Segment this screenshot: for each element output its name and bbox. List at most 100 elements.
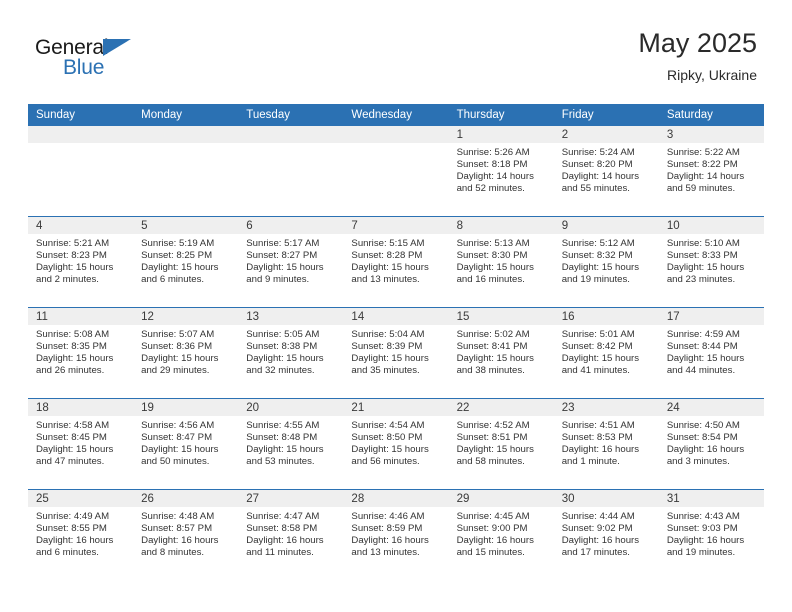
calendar-day-cell-empty [238, 126, 344, 217]
calendar-day-cell[interactable]: 31 Sunrise: 4:43 AM Sunset: 9:03 PM Dayligh… [658, 489, 764, 580]
calendar-day-cell[interactable]: 1 Sunrise: 5:26 AM Sunset: 8:18 PM Daylight… [448, 126, 554, 217]
sunrise-text: Sunrise: 5:19 AM [141, 238, 215, 249]
sunset-text: Sunset: 8:44 PM [666, 340, 738, 352]
calendar-day-cell[interactable]: 10 Sunrise: 5:10 AM Sunset: 8:33 PM Dayligh… [658, 216, 764, 308]
sunrise-text: Sunrise: 4:44 AM [561, 511, 635, 522]
sunset-text: Sunset: 8:18 PM [456, 158, 528, 170]
day-cell-details: Sunrise: 5:21 AM Sunset: 8:23 PM Daylight:… [28, 234, 133, 286]
sunrise-text: Sunrise: 5:17 AM [246, 238, 320, 249]
sunset-text: Sunset: 8:42 PM [561, 340, 633, 352]
calendar-day-cell[interactable]: 11 Sunrise: 5:08 AM Sunset: 8:35 PM Dayligh… [28, 307, 134, 399]
weekday-header-tuesday: Tuesday [238, 104, 344, 126]
day-number: 24 [658, 399, 764, 416]
calendar-day-cell[interactable]: 4 Sunrise: 5:21 AM Sunset: 8:23 PM Daylight… [28, 216, 134, 308]
calendar-day-cell[interactable]: 26 Sunrise: 4:48 AM Sunset: 8:57 PM Dayligh… [133, 489, 239, 580]
calendar-day-cell[interactable]: 9 Sunrise: 5:12 AM Sunset: 8:32 PM Daylight… [553, 216, 659, 308]
daylight-text: Daylight: 15 hours and 29 minutes. [141, 352, 219, 376]
day-number [343, 126, 449, 143]
calendar-week-row: 4 Sunrise: 5:21 AM Sunset: 8:23 PM Daylight… [28, 216, 764, 308]
day-cell-details: Sunrise: 5:04 AM Sunset: 8:39 PM Daylight:… [343, 325, 448, 377]
day-cell-inner: 22 Sunrise: 4:52 AM Sunset: 8:51 PM Dayligh… [448, 399, 554, 489]
calendar-day-cell[interactable]: 5 Sunrise: 5:19 AM Sunset: 8:25 PM Daylight… [133, 216, 239, 308]
day-number: 6 [238, 217, 344, 234]
calendar-day-cell[interactable]: 25 Sunrise: 4:49 AM Sunset: 8:55 PM Dayligh… [28, 489, 134, 580]
calendar-day-cell[interactable]: 18 Sunrise: 4:58 AM Sunset: 8:45 PM Dayligh… [28, 398, 134, 490]
sunset-text: Sunset: 8:36 PM [141, 340, 213, 352]
calendar-page: General Blue May 2025 Ripky, Ukraine Sun… [0, 0, 792, 612]
calendar-day-cell[interactable]: 13 Sunrise: 5:05 AM Sunset: 8:38 PM Dayligh… [238, 307, 344, 399]
sunrise-text: Sunrise: 4:51 AM [561, 420, 635, 431]
daylight-text: Daylight: 15 hours and 53 minutes. [246, 443, 324, 467]
daylight-text: Daylight: 15 hours and 38 minutes. [456, 352, 534, 376]
day-number: 18 [28, 399, 134, 416]
calendar-day-cell[interactable]: 23 Sunrise: 4:51 AM Sunset: 8:53 PM Dayligh… [553, 398, 659, 490]
daylight-text: Daylight: 14 hours and 52 minutes. [456, 170, 534, 194]
day-cell-inner: 13 Sunrise: 5:05 AM Sunset: 8:38 PM Dayligh… [238, 308, 344, 398]
sunset-text: Sunset: 8:22 PM [666, 158, 738, 170]
day-cell-details: Sunrise: 5:05 AM Sunset: 8:38 PM Daylight:… [238, 325, 343, 377]
day-cell-details: Sunrise: 5:08 AM Sunset: 8:35 PM Daylight:… [28, 325, 133, 377]
sunrise-text: Sunrise: 4:47 AM [246, 511, 320, 522]
sunset-text: Sunset: 8:23 PM [36, 249, 107, 261]
day-cell-inner: 30 Sunrise: 4:44 AM Sunset: 9:02 PM Dayligh… [553, 490, 659, 580]
calendar-day-cell[interactable]: 7 Sunrise: 5:15 AM Sunset: 8:28 PM Daylight… [343, 216, 449, 308]
calendar-day-cell[interactable]: 15 Sunrise: 5:02 AM Sunset: 8:41 PM Dayligh… [448, 307, 554, 399]
sunset-text: Sunset: 8:57 PM [141, 522, 213, 534]
calendar-day-cell[interactable]: 12 Sunrise: 5:07 AM Sunset: 8:36 PM Dayligh… [133, 307, 239, 399]
calendar-day-cell[interactable]: 21 Sunrise: 4:54 AM Sunset: 8:50 PM Dayligh… [343, 398, 449, 490]
calendar-day-cell[interactable]: 8 Sunrise: 5:13 AM Sunset: 8:30 PM Daylight… [448, 216, 554, 308]
calendar-day-cell[interactable]: 19 Sunrise: 4:56 AM Sunset: 8:47 PM Dayligh… [133, 398, 239, 490]
day-cell-details: Sunrise: 4:50 AM Sunset: 8:54 PM Daylight:… [659, 416, 764, 468]
daylight-text: Daylight: 15 hours and 41 minutes. [561, 352, 640, 376]
calendar-day-cell[interactable]: 29 Sunrise: 4:45 AM Sunset: 9:00 PM Dayligh… [448, 489, 554, 580]
calendar-day-cell[interactable]: 28 Sunrise: 4:46 AM Sunset: 8:59 PM Dayligh… [343, 489, 449, 580]
day-number [133, 126, 239, 143]
day-number: 15 [448, 308, 554, 325]
calendar-day-cell[interactable]: 2 Sunrise: 5:24 AM Sunset: 8:20 PM Daylight… [553, 126, 659, 217]
calendar-day-cell[interactable]: 3 Sunrise: 5:22 AM Sunset: 8:22 PM Daylight… [658, 126, 764, 217]
daylight-text: Daylight: 16 hours and 1 minute. [561, 443, 640, 467]
day-cell-details: Sunrise: 4:54 AM Sunset: 8:50 PM Daylight:… [343, 416, 448, 468]
calendar-day-cell[interactable]: 30 Sunrise: 4:44 AM Sunset: 9:02 PM Dayligh… [553, 489, 659, 580]
day-cell-inner: 15 Sunrise: 5:02 AM Sunset: 8:41 PM Dayligh… [448, 308, 554, 398]
day-number: 14 [343, 308, 449, 325]
day-number: 5 [133, 217, 239, 234]
sunset-text: Sunset: 8:35 PM [36, 340, 107, 352]
calendar-day-cell[interactable]: 20 Sunrise: 4:55 AM Sunset: 8:48 PM Dayligh… [238, 398, 344, 490]
calendar-day-cell[interactable]: 6 Sunrise: 5:17 AM Sunset: 8:27 PM Daylight… [238, 216, 344, 308]
day-number: 26 [133, 490, 239, 507]
day-number: 31 [658, 490, 764, 507]
sunrise-text: Sunrise: 5:22 AM [666, 147, 740, 158]
sunrise-text: Sunrise: 4:49 AM [36, 511, 110, 522]
calendar-week-row: 18 Sunrise: 4:58 AM Sunset: 8:45 PM Dayligh… [28, 398, 764, 490]
day-cell-inner: 23 Sunrise: 4:51 AM Sunset: 8:53 PM Dayligh… [553, 399, 659, 489]
brand-logo[interactable]: General Blue [35, 36, 255, 92]
day-cell-details: Sunrise: 5:10 AM Sunset: 8:33 PM Daylight:… [659, 234, 764, 286]
daylight-text: Daylight: 15 hours and 6 minutes. [141, 261, 219, 285]
calendar-day-cell[interactable]: 27 Sunrise: 4:47 AM Sunset: 8:58 PM Dayligh… [238, 489, 344, 580]
calendar-day-cell[interactable]: 22 Sunrise: 4:52 AM Sunset: 8:51 PM Dayligh… [448, 398, 554, 490]
weekday-header-saturday: Saturday [658, 104, 764, 126]
daylight-text: Daylight: 15 hours and 9 minutes. [246, 261, 324, 285]
daylight-text: Daylight: 14 hours and 55 minutes. [561, 170, 640, 194]
daylight-text: Daylight: 16 hours and 6 minutes. [36, 534, 114, 558]
triangle-icon [103, 39, 131, 56]
calendar-day-cell[interactable]: 16 Sunrise: 5:01 AM Sunset: 8:42 PM Dayligh… [553, 307, 659, 399]
day-number: 22 [448, 399, 554, 416]
day-cell-inner: 1 Sunrise: 5:26 AM Sunset: 8:18 PM Daylight… [448, 126, 554, 216]
day-cell-inner: 8 Sunrise: 5:13 AM Sunset: 8:30 PM Daylight… [448, 217, 554, 307]
weekday-header-thursday: Thursday [448, 104, 554, 126]
day-cell-details: Sunrise: 5:15 AM Sunset: 8:28 PM Daylight:… [343, 234, 448, 286]
sunset-text: Sunset: 9:00 PM [456, 522, 528, 534]
weekday-header-sunday: Sunday [28, 104, 134, 126]
sunset-text: Sunset: 8:33 PM [666, 249, 738, 261]
day-cell-inner: 19 Sunrise: 4:56 AM Sunset: 8:47 PM Dayligh… [133, 399, 239, 489]
calendar-day-cell[interactable]: 17 Sunrise: 4:59 AM Sunset: 8:44 PM Dayligh… [658, 307, 764, 399]
calendar-day-cell[interactable]: 24 Sunrise: 4:50 AM Sunset: 8:54 PM Dayligh… [658, 398, 764, 490]
calendar-body: 1 Sunrise: 5:26 AM Sunset: 8:18 PM Daylight… [28, 126, 764, 580]
daylight-text: Daylight: 15 hours and 2 minutes. [36, 261, 114, 285]
sunrise-text: Sunrise: 5:05 AM [246, 329, 320, 340]
day-number: 21 [343, 399, 449, 416]
sunrise-text: Sunrise: 4:46 AM [351, 511, 425, 522]
calendar-day-cell[interactable]: 14 Sunrise: 5:04 AM Sunset: 8:39 PM Dayligh… [343, 307, 449, 399]
